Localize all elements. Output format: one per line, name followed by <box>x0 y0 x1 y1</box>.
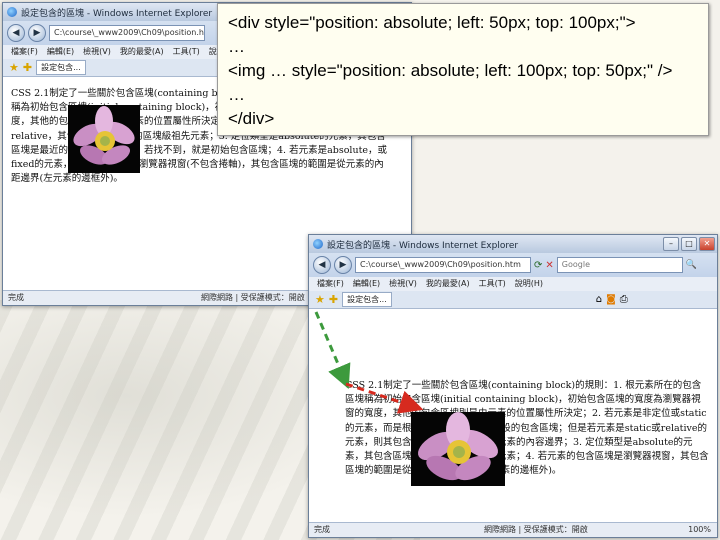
menu-help[interactable]: 說明(H) <box>515 277 543 291</box>
code-line: <img … style="position: absolute; left: … <box>228 61 673 80</box>
minimize-button[interactable]: – <box>663 237 679 251</box>
maximize-button[interactable]: □ <box>681 237 697 251</box>
menu-favorites[interactable]: 我的最愛(A) <box>426 277 470 291</box>
browser-tab[interactable]: 設定包含... <box>36 60 86 75</box>
menu-favorites[interactable]: 我的最愛(A) <box>120 45 164 59</box>
content-paragraph: CSS 2.1制定了一些關於包含區塊(containing block)的規則：… <box>345 380 709 477</box>
home-icon[interactable]: ⌂ <box>596 294 602 305</box>
back-button[interactable]: ◀ <box>313 256 331 274</box>
security-zone: 網際網路 | 受保護模式：開啟 <box>201 293 305 302</box>
ie-logo-icon <box>7 7 17 17</box>
menu-file[interactable]: 檔案(F) <box>317 277 344 291</box>
lotus-flower-image <box>68 105 140 173</box>
status-bar: 完成 網際網路 | 受保護模式：開啟 100% <box>309 522 717 537</box>
address-bar[interactable]: C:\course\_www2009\Ch09\position.htm <box>355 257 531 273</box>
add-favorite-icon[interactable]: ✚ <box>23 61 32 74</box>
menu-edit[interactable]: 編輯(E) <box>353 277 380 291</box>
favorites-star-icon[interactable]: ★ <box>315 293 325 306</box>
code-line: … <box>228 37 245 56</box>
window-title: 設定包含的區塊 - Windows Internet Explorer <box>327 240 519 251</box>
status-text: 完成 <box>8 293 24 302</box>
print-icon[interactable]: ⎙ <box>620 294 628 305</box>
page-content: CSS 2.1制定了一些關於包含區塊(containing block)的規則：… <box>309 309 717 522</box>
forward-button[interactable]: ▶ <box>334 256 352 274</box>
stop-icon[interactable]: ✕ <box>545 260 553 271</box>
code-callout: <div style="position: absolute; left: 50… <box>217 3 709 136</box>
browser-tab[interactable]: 設定包含... <box>342 292 392 307</box>
browser-window-front[interactable]: 設定包含的區塊 - Windows Internet Explorer – □ … <box>308 234 718 538</box>
menu-file[interactable]: 檔案(F) <box>11 45 38 59</box>
address-bar[interactable]: C:\course\_www2009\Ch09\position.htm <box>49 25 205 41</box>
menu-view[interactable]: 檢視(V) <box>83 45 111 59</box>
code-line: … <box>228 85 245 104</box>
status-text: 完成 <box>314 525 330 534</box>
search-box[interactable]: Google <box>556 257 683 273</box>
code-line: <div style="position: absolute; left: 50… <box>228 13 636 32</box>
feeds-icon[interactable]: ◙ <box>606 294 616 305</box>
add-favorite-icon[interactable]: ✚ <box>329 293 338 306</box>
menu-tools[interactable]: 工具(T) <box>173 45 200 59</box>
menu-tools[interactable]: 工具(T) <box>479 277 506 291</box>
security-zone: 網際網路 | 受保護模式：開啟 <box>484 525 588 534</box>
favorites-star-icon[interactable]: ★ <box>9 61 19 74</box>
lotus-flower-image <box>411 412 505 486</box>
ie-logo-icon <box>313 239 323 249</box>
window-title: 設定包含的區塊 - Windows Internet Explorer <box>21 8 213 19</box>
title-bar[interactable]: 設定包含的區塊 - Windows Internet Explorer – □ … <box>309 235 717 253</box>
forward-button[interactable]: ▶ <box>28 24 46 42</box>
close-button[interactable]: ✕ <box>699 237 715 251</box>
zoom-level[interactable]: 100% <box>688 523 711 537</box>
search-icon[interactable]: 🔍 <box>686 260 697 270</box>
code-line: </div> <box>228 109 275 128</box>
menu-view[interactable]: 檢視(V) <box>389 277 417 291</box>
refresh-icon[interactable]: ⟳ <box>534 260 542 271</box>
menu-bar: 檔案(F) 編輯(E) 檢視(V) 我的最愛(A) 工具(T) 說明(H) <box>309 277 717 291</box>
menu-edit[interactable]: 編輯(E) <box>47 45 74 59</box>
back-button[interactable]: ◀ <box>7 24 25 42</box>
